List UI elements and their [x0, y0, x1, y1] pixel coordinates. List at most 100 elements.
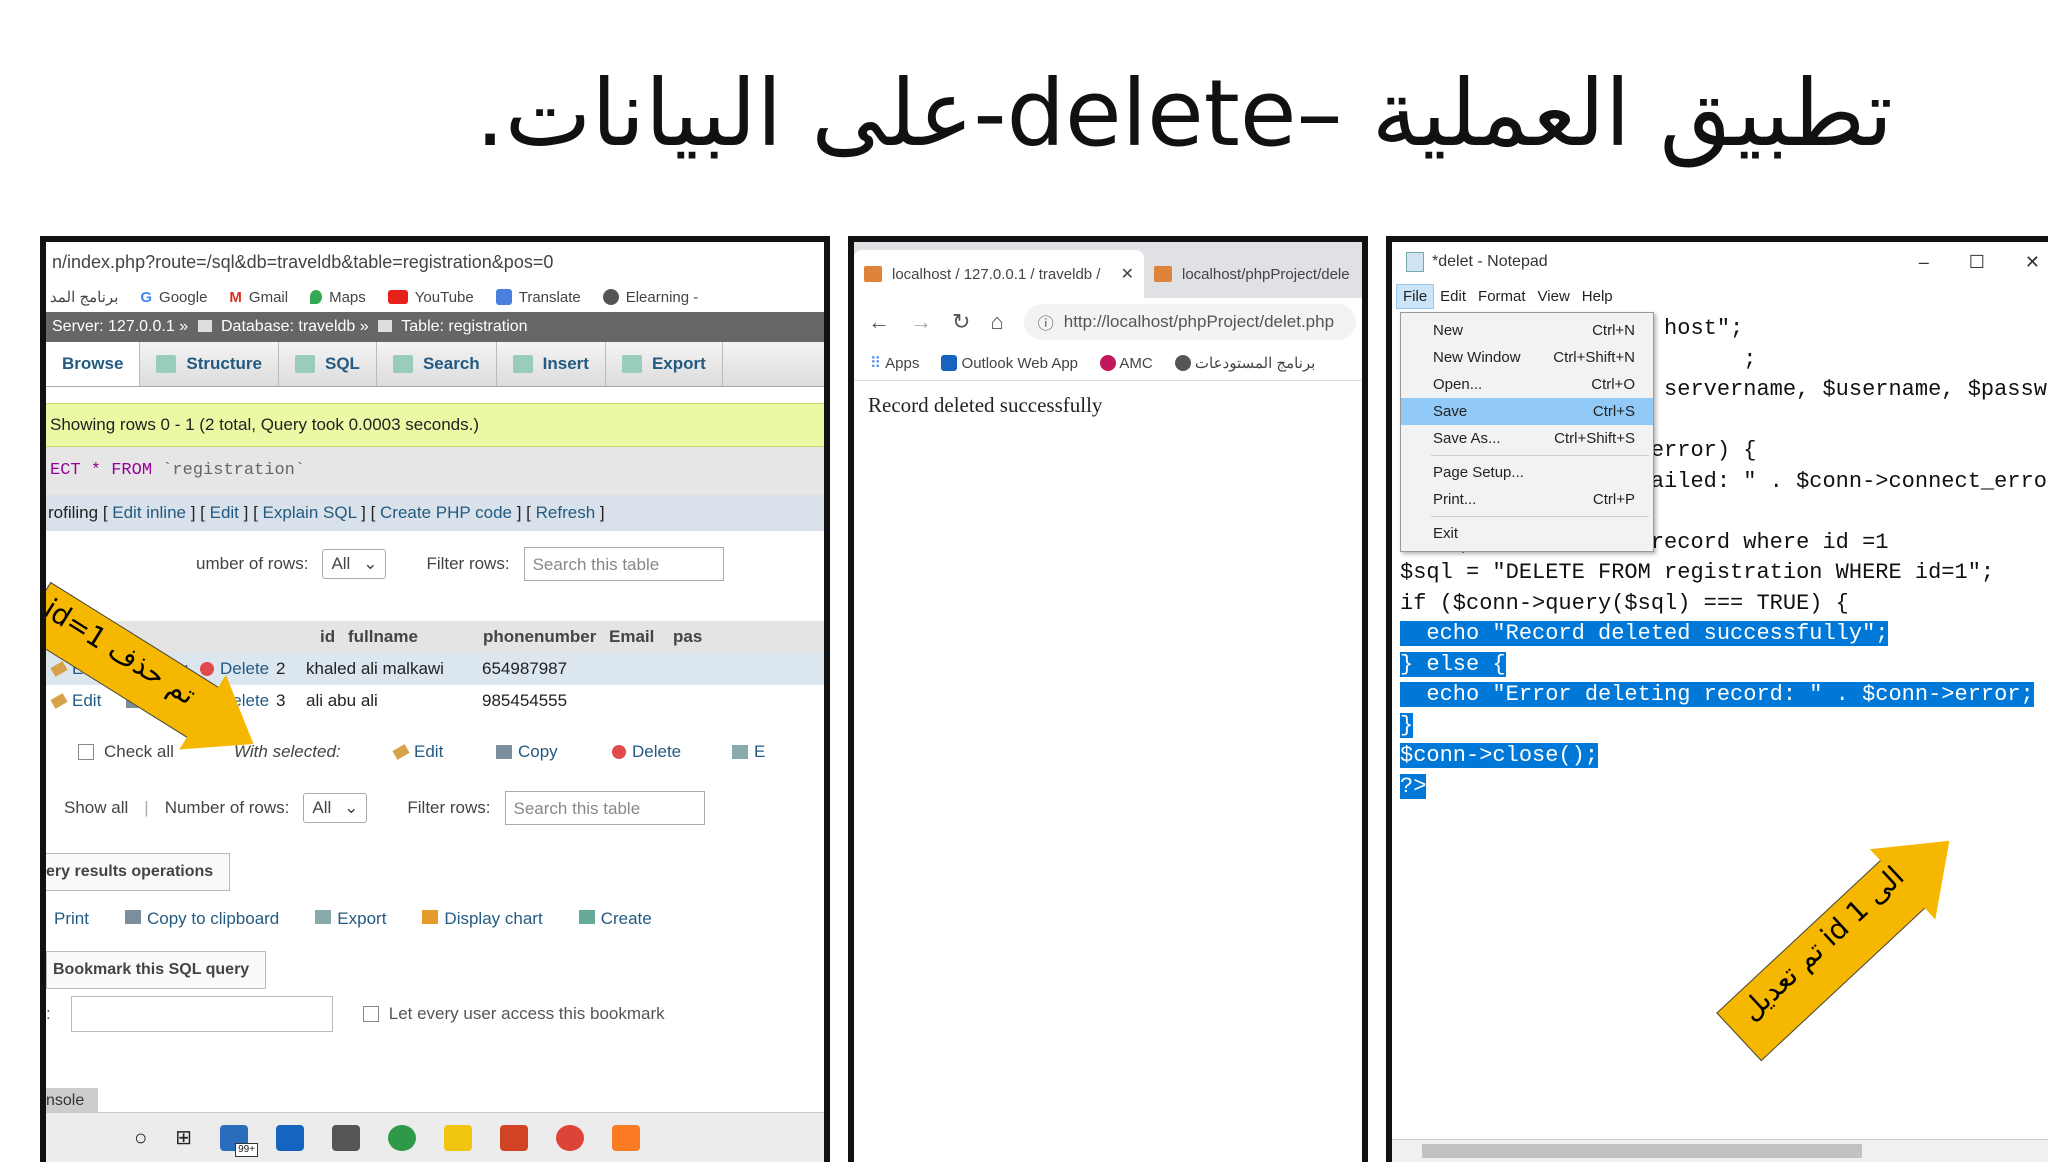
breadcrumb-server[interactable]: Server: 127.0.0.1	[52, 318, 175, 335]
menu-item-exit[interactable]: Exit	[1401, 520, 1653, 547]
filter-rows-input-bottom[interactable]: Search this table	[504, 791, 705, 825]
edit-inline-link[interactable]: Edit inline	[112, 503, 186, 522]
address-bar[interactable]: n/index.php?route=/sql&db=traveldb&table…	[46, 242, 824, 282]
bookmark-item[interactable]: برنامج المد	[50, 288, 118, 306]
browser-address-bar[interactable]: ⓘ http://localhost/phpProject/delet.php	[1023, 304, 1356, 340]
chevron-down-icon: ⌄	[344, 798, 359, 817]
bookmark-elearning[interactable]: Elearning -	[602, 289, 698, 306]
copy-selected-button[interactable]: Copy	[518, 742, 612, 762]
powerpoint-icon[interactable]	[500, 1124, 529, 1151]
create-view-button[interactable]: Create	[578, 909, 652, 929]
export-button[interactable]: Export	[315, 909, 386, 929]
column-password[interactable]: pas	[673, 627, 702, 647]
page-output: Record deleted successfully	[868, 393, 1103, 417]
menu-item-save[interactable]: Save Ctrl+S	[1401, 398, 1653, 425]
pencil-icon	[50, 693, 68, 709]
menu-item-page-setup[interactable]: Page Setup...	[1401, 459, 1653, 486]
bookmark-gmail[interactable]: M Gmail	[229, 289, 288, 306]
menu-item-open[interactable]: Open... Ctrl+O	[1401, 371, 1653, 398]
edit-link[interactable]: Edit	[210, 503, 239, 522]
bookmark-outlook[interactable]: Outlook Web App	[941, 354, 1078, 372]
breadcrumb-database[interactable]: Database: traveldb	[221, 318, 355, 335]
menu-item-print[interactable]: Print... Ctrl+P	[1401, 486, 1653, 513]
close-icon[interactable]: ✕	[2025, 252, 2040, 273]
export-icon	[732, 745, 748, 759]
task-view-icon[interactable]: ⊞	[175, 1125, 192, 1150]
notepad-menubar: File Edit Format View Help	[1392, 282, 2048, 310]
edit-selected-button[interactable]: Edit	[414, 742, 496, 762]
export-icon	[315, 910, 332, 924]
xampp-icon	[1154, 266, 1172, 282]
maximize-icon[interactable]: ☐	[1969, 252, 1985, 273]
home-icon[interactable]: ⌂	[990, 309, 1003, 335]
options-link[interactable]: ons	[46, 591, 824, 621]
search-icon	[392, 355, 413, 373]
check-all-checkbox[interactable]	[78, 744, 94, 760]
tab-insert[interactable]: Insert	[497, 342, 606, 386]
bookmark-maps[interactable]: Maps	[310, 289, 366, 306]
bookmark-amc[interactable]: AMC	[1100, 354, 1153, 372]
column-fullname[interactable]: fullname	[348, 627, 483, 647]
reload-icon[interactable]: ↻	[952, 309, 970, 335]
query-results-operations-header: ery results operations	[46, 853, 231, 891]
column-phonenumber[interactable]: phonenumber	[483, 627, 609, 647]
phpmyadmin-icon	[864, 266, 882, 282]
bookmark-label-input[interactable]	[70, 996, 333, 1032]
forward-icon[interactable]: →	[910, 309, 932, 335]
breadcrumb-table[interactable]: Table: registration	[401, 318, 527, 335]
print-button[interactable]: Print	[54, 909, 89, 929]
console-tab[interactable]: nsole	[46, 1088, 98, 1114]
filter-rows-input[interactable]: Search this table	[523, 547, 724, 581]
tab-browse[interactable]: Browse	[46, 342, 141, 386]
cortana-icon[interactable]: ○	[134, 1125, 147, 1151]
show-all-button[interactable]: Show all	[64, 798, 128, 818]
maps-icon	[310, 290, 323, 304]
menu-view[interactable]: View	[1532, 285, 1576, 308]
bookmark-google[interactable]: G Google	[140, 289, 207, 306]
display-chart-button[interactable]: Display chart	[422, 909, 543, 929]
rows-select[interactable]: All ⌄	[322, 549, 387, 579]
bookmark-share-checkbox[interactable]	[362, 1006, 379, 1022]
menu-help[interactable]: Help	[1576, 285, 1619, 308]
browser-screenshot: localhost / 127.0.0.1 / traveldb / ✕ loc…	[848, 236, 1368, 1162]
bookmark-translate[interactable]: Translate	[495, 289, 581, 306]
calculator-icon[interactable]	[332, 1124, 361, 1151]
menu-item-new-window[interactable]: New Window Ctrl+Shift+N	[1401, 344, 1653, 371]
menu-item-new[interactable]: New Ctrl+N	[1401, 317, 1653, 344]
app-icon[interactable]	[388, 1124, 417, 1151]
column-email[interactable]: Email	[609, 627, 673, 647]
close-icon[interactable]: ✕	[1121, 264, 1134, 284]
bookmark-row: : Let every user access this bookmark	[46, 989, 824, 1039]
main-tabs: Browse Structure SQL Search Insert Expor…	[46, 342, 824, 387]
column-id[interactable]: id	[320, 627, 348, 647]
tab-search[interactable]: Search	[377, 342, 497, 386]
outlook-icon	[941, 354, 958, 371]
delete-selected-button[interactable]: Delete	[632, 742, 732, 762]
mail-icon[interactable]: 99+	[220, 1124, 259, 1157]
minimize-icon[interactable]: –	[1919, 252, 1929, 273]
refresh-link[interactable]: Refresh	[536, 503, 596, 522]
create-php-link[interactable]: Create PHP code	[380, 503, 512, 522]
tab-structure[interactable]: Structure	[140, 342, 279, 386]
outlook-icon[interactable]	[276, 1124, 305, 1151]
menu-format[interactable]: Format	[1472, 285, 1532, 308]
bookmark-youtube[interactable]: YouTube	[387, 289, 474, 306]
menu-item-save-as[interactable]: Save As... Ctrl+Shift+S	[1401, 425, 1653, 452]
back-icon[interactable]: ←	[868, 309, 890, 335]
menu-edit[interactable]: Edit	[1434, 285, 1472, 308]
browser-tab-project[interactable]: localhost/phpProject/dele	[1144, 250, 1360, 298]
bookmark-apps[interactable]: ⠿ Apps	[870, 354, 919, 372]
browser-tab-phpmyadmin[interactable]: localhost / 127.0.0.1 / traveldb / ✕	[854, 250, 1144, 298]
tab-sql[interactable]: SQL	[279, 342, 377, 386]
bookmark-warehouse[interactable]: برنامج المستودعات	[1174, 354, 1315, 372]
rows-select-bottom[interactable]: All ⌄	[303, 793, 368, 823]
horizontal-scrollbar[interactable]	[1392, 1139, 2048, 1162]
xampp-icon[interactable]	[612, 1124, 641, 1151]
explain-sql-link[interactable]: Explain SQL	[263, 503, 357, 522]
menu-file[interactable]: File	[1396, 283, 1435, 309]
copy-clipboard-button[interactable]: Copy to clipboard	[124, 909, 279, 929]
slide-title: تطبيق العملية –delete-على البيانات.	[475, 60, 1894, 167]
tab-export[interactable]: Export	[606, 342, 723, 386]
chrome-icon[interactable]	[556, 1124, 585, 1151]
file-explorer-icon[interactable]	[444, 1124, 473, 1151]
